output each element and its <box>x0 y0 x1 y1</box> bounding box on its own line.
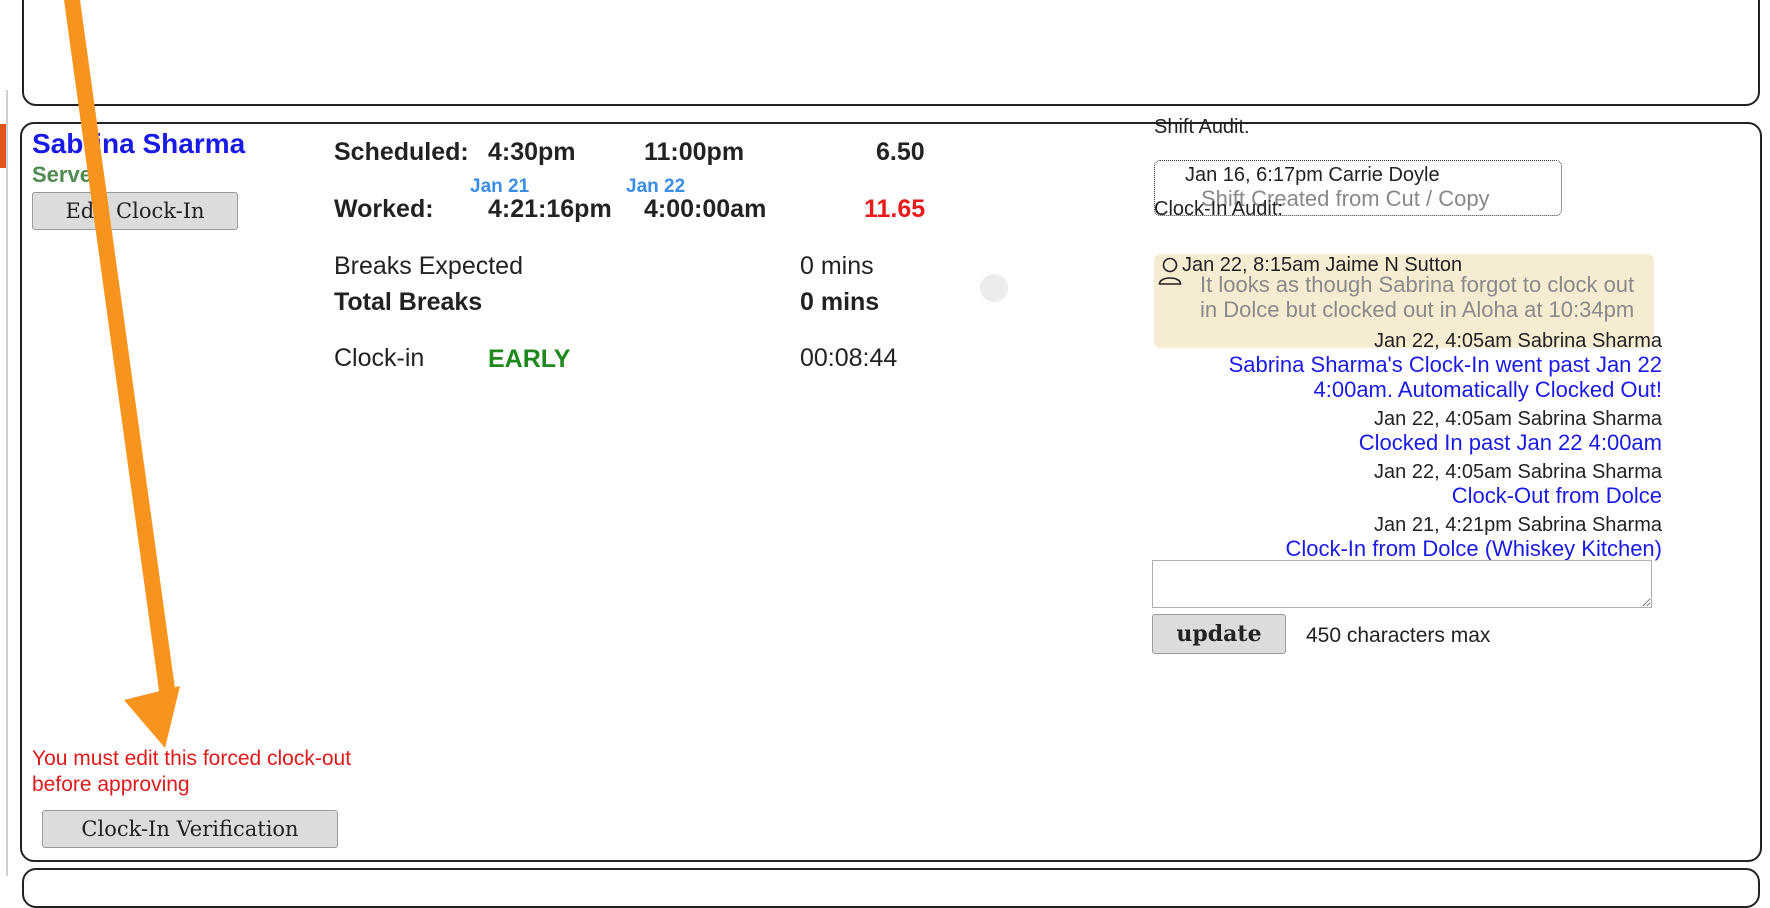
clockin-status-badge: EARLY <box>488 345 571 373</box>
total-breaks-label: Total Breaks <box>334 288 483 316</box>
worked-end: 4:00:00am <box>644 195 767 223</box>
audit-entry-meta: Jan 22, 4:05am Sabrina Sharma <box>1374 330 1662 352</box>
audit-entry-meta: Jan 21, 4:21pm Sabrina Sharma <box>1374 514 1662 536</box>
worked-start: 4:21:16pm <box>488 195 612 223</box>
employee-role: Server <box>32 162 101 187</box>
audit-entry-message: Clock-Out from Dolce <box>1451 483 1662 508</box>
update-button[interactable]: update <box>1152 614 1286 654</box>
audit-entry-message: Clock-In from Dolce (Whiskey Kitchen) <box>1285 536 1662 561</box>
edit-clockin-button[interactable]: Edit Clock-In <box>32 192 238 230</box>
worked-hours: 11.65 <box>864 195 926 223</box>
person-icon <box>1158 257 1182 285</box>
audit-entry-meta: Jan 22, 4:05am Sabrina Sharma <box>1374 461 1662 483</box>
scheduled-hours: 6.50 <box>876 138 925 166</box>
audit-entry-message: Clocked In past Jan 22 4:00am <box>1358 430 1662 455</box>
worked-label: Worked: <box>334 195 434 223</box>
total-breaks-value: 0 mins <box>800 288 880 316</box>
clockin-verification-button[interactable]: Clock-In Verification <box>42 810 338 848</box>
previous-shift-card <box>22 0 1760 106</box>
scheduled-end: 11:00pm <box>644 138 745 166</box>
character-limit-hint: 450 characters max <box>1306 624 1491 647</box>
audit-note-textarea[interactable] <box>1152 560 1652 608</box>
forced-clockout-warning: You must edit this forced clock-out befo… <box>32 747 352 796</box>
employee-name[interactable]: Sabrina Sharma <box>32 128 245 160</box>
clockin-audit-heading: Clock-In Audit: <box>1154 198 1283 220</box>
side-tab-marker <box>0 124 6 168</box>
shift-audit-heading: Shift Audit: <box>1154 116 1250 138</box>
breaks-expected-label: Breaks Expected <box>334 252 523 280</box>
clockin-difference: 00:08:44 <box>800 344 898 372</box>
shift-audit-meta: Jan 16, 6:17pm Carrie Doyle <box>1185 164 1440 186</box>
shift-card: Sabrina Sharma Server Edit Clock-In Sche… <box>20 116 1762 862</box>
audit-message-line: Sabrina Sharma's Clock-In went past Jan … <box>1228 352 1662 402</box>
clockin-label: Clock-in <box>334 344 425 372</box>
scheduled-start: 4:30pm <box>488 138 576 166</box>
breaks-expected-value: 0 mins <box>800 252 874 280</box>
audit-entry-meta: Jan 22, 4:05am Sabrina Sharma <box>1374 408 1662 430</box>
next-shift-card <box>22 868 1760 908</box>
note-body: It looks as though Sabrina forgot to clo… <box>1200 272 1635 322</box>
audit-entry-message: Sabrina Sharma's Clock-In went past Jan … <box>1222 352 1662 402</box>
left-edge-divider <box>6 90 8 876</box>
breaks-toggle[interactable] <box>980 274 1008 302</box>
scheduled-label: Scheduled: <box>334 138 469 166</box>
